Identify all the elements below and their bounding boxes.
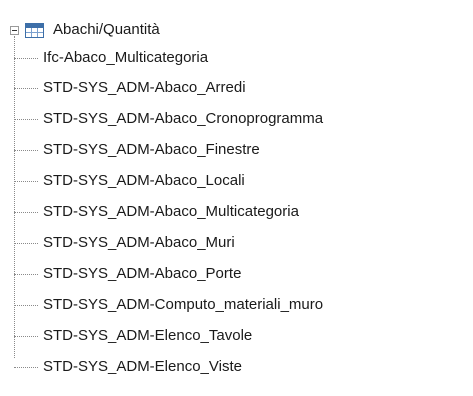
tree-item-schedule[interactable]: STD-SYS_ADM-Elenco_Tavole <box>14 325 252 347</box>
tree-item-schedule[interactable]: STD-SYS_ADM-Abaco_Locali <box>14 170 245 192</box>
tree-item-label: STD-SYS_ADM-Computo_materiali_muro <box>43 296 324 313</box>
tree-connector <box>14 180 38 182</box>
tree-connector <box>14 211 38 213</box>
tree-item-schedule[interactable]: STD-SYS_ADM-Elenco_Viste <box>14 356 242 378</box>
tree-connector <box>14 273 38 275</box>
tree-item-label: STD-SYS_ADM-Abaco_Porte <box>43 265 242 282</box>
tree-item-schedule[interactable]: STD-SYS_ADM-Abaco_Muri <box>14 232 235 254</box>
tree-connector <box>14 366 38 368</box>
tree-connector <box>14 57 38 59</box>
tree-item-label: STD-SYS_ADM-Abaco_Cronoprogramma <box>43 110 324 127</box>
collapse-icon[interactable] <box>10 25 19 35</box>
project-browser-tree: Abachi/Quantità Ifc-Abaco_Multicategoria… <box>0 0 473 396</box>
tree-connector <box>14 304 38 306</box>
tree-node-label: Abachi/Quantità <box>53 21 160 38</box>
tree-connector <box>14 87 38 89</box>
tree-item-schedule[interactable]: STD-SYS_ADM-Abaco_Porte <box>14 263 241 285</box>
schedule-table-icon <box>25 22 44 38</box>
tree-item-schedule[interactable]: STD-SYS_ADM-Computo_materiali_muro <box>14 294 323 316</box>
tree-item-label: STD-SYS_ADM-Elenco_Tavole <box>43 327 253 344</box>
tree-item-schedule[interactable]: Ifc-Abaco_Multicategoria <box>14 47 208 69</box>
tree-connector <box>14 149 38 151</box>
tree-item-schedule[interactable]: STD-SYS_ADM-Abaco_Cronoprogramma <box>14 108 323 130</box>
tree-item-label: STD-SYS_ADM-Elenco_Viste <box>43 358 242 375</box>
tree-item-schedule[interactable]: STD-SYS_ADM-Abaco_Multicategoria <box>14 201 299 223</box>
tree-item-label: STD-SYS_ADM-Abaco_Locali <box>43 172 245 189</box>
tree-node-schedules[interactable]: Abachi/Quantità <box>10 18 160 42</box>
tree-connector <box>14 335 38 337</box>
tree-item-label: STD-SYS_ADM-Abaco_Arredi <box>43 79 246 96</box>
tree-item-label: Ifc-Abaco_Multicategoria <box>43 49 209 66</box>
tree-item-label: STD-SYS_ADM-Abaco_Muri <box>43 234 235 251</box>
tree-item-schedule[interactable]: STD-SYS_ADM-Abaco_Arredi <box>14 77 246 99</box>
tree-item-schedule[interactable]: STD-SYS_ADM-Abaco_Finestre <box>14 139 260 161</box>
tree-connector <box>14 118 38 120</box>
tree-item-label: STD-SYS_ADM-Abaco_Multicategoria <box>43 203 299 220</box>
tree-connector <box>14 242 38 244</box>
tree-item-label: STD-SYS_ADM-Abaco_Finestre <box>43 141 260 158</box>
